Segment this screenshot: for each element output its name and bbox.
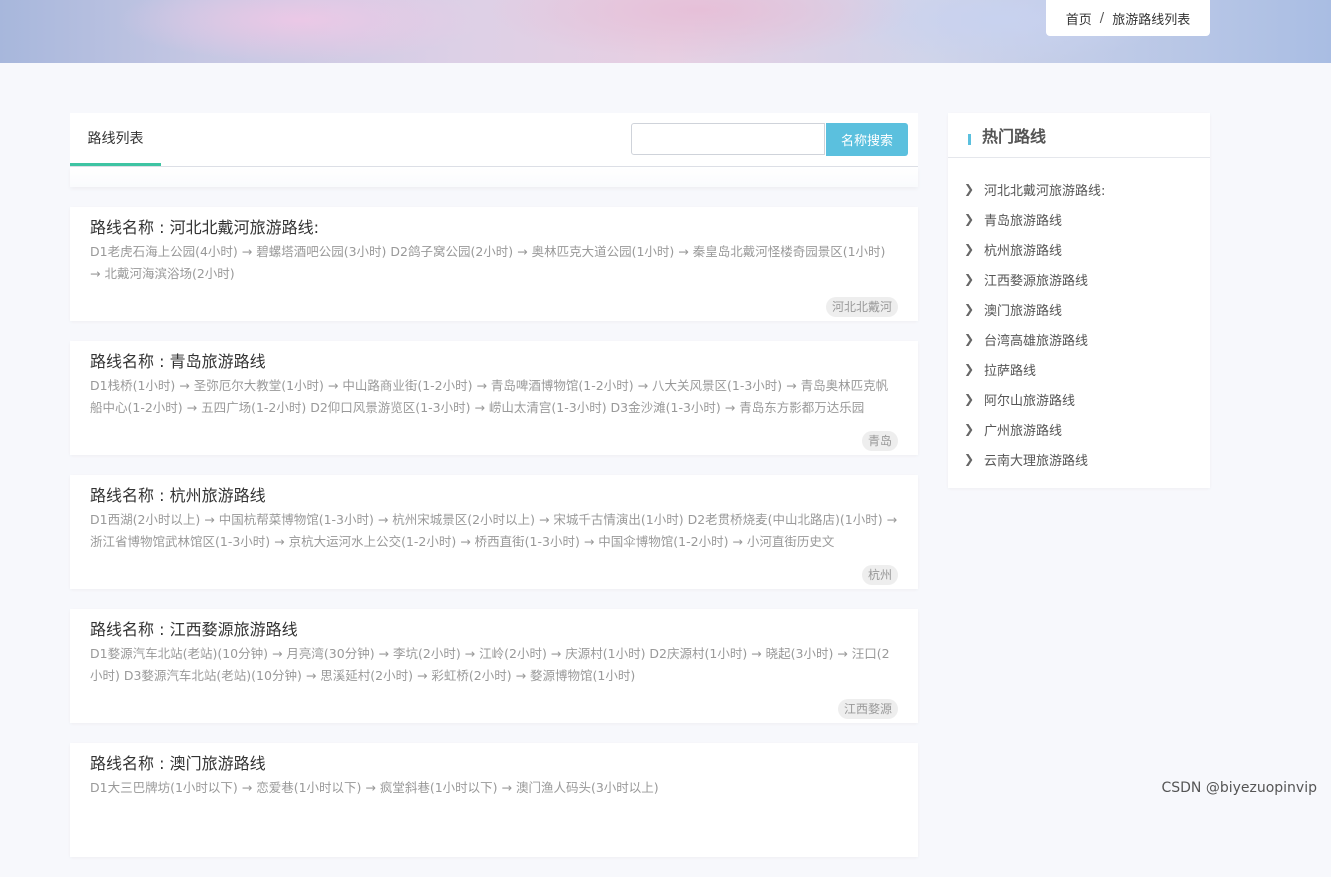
route-description: D1老虎石海上公园(4小时) → 碧螺塔酒吧公园(3小时) D2鸽子窝公园(2小… [90,241,898,285]
watermark: CSDN @biyezuopinvip [1161,780,1317,796]
breadcrumb: 首页 / 旅游路线列表 [1046,0,1210,36]
route-tag: 青岛 [862,431,898,451]
route-card[interactable]: 路线名称 : 江西婺源旅游路线 D1婺源汽车北站(老站)(10分钟) → 月亮湾… [70,609,918,723]
sidebar-title: 热门路线 [982,123,1046,147]
chevron-right-icon: ❯ [962,332,976,346]
hot-route-label: 青岛旅游路线 [984,210,1062,229]
title-accent-bar [968,127,971,145]
route-card[interactable]: 路线名称 : 河北北戴河旅游路线: D1老虎石海上公园(4小时) → 碧螺塔酒吧… [70,207,918,321]
sidebar-header: 热门路线 [948,113,1210,158]
route-card[interactable]: 路线名称 : 澳门旅游路线 D1大三巴牌坊(1小时以下) → 恋爱巷(1小时以下… [70,743,918,857]
route-card[interactable]: 路线名称 : 青岛旅游路线 D1栈桥(1小时) → 圣弥厄尔大教堂(1小时) →… [70,341,918,455]
hot-route-item[interactable]: ❯ 台湾高雄旅游路线 [948,324,1210,354]
route-description: D1婺源汽车北站(老站)(10分钟) → 月亮湾(30分钟) → 李坑(2小时)… [90,643,898,687]
chevron-right-icon: ❯ [962,272,976,286]
route-title[interactable]: 路线名称 : 河北北戴河旅游路线: [90,217,898,239]
hot-route-label: 澳门旅游路线 [984,300,1062,319]
hot-route-item[interactable]: ❯ 云南大理旅游路线 [948,444,1210,474]
hot-route-item[interactable]: ❯ 江西婺源旅游路线 [948,264,1210,294]
route-tag: 河北北戴河 [826,297,898,317]
route-title[interactable]: 路线名称 : 江西婺源旅游路线 [90,619,898,641]
hot-route-item[interactable]: ❯ 杭州旅游路线 [948,234,1210,264]
tab-bar-shadow [70,167,918,187]
chevron-right-icon: ❯ [962,452,976,466]
hot-route-label: 江西婺源旅游路线 [984,270,1088,289]
route-description: D1大三巴牌坊(1小时以下) → 恋爱巷(1小时以下) → 疯堂斜巷(1小时以下… [90,777,898,821]
route-description: D1西湖(2小时以上) → 中国杭帮菜博物馆(1-3小时) → 杭州宋城景区(2… [90,509,898,553]
route-card[interactable]: 路线名称 : 杭州旅游路线 D1西湖(2小时以上) → 中国杭帮菜博物馆(1-3… [70,475,918,589]
hot-routes-list: ❯ 河北北戴河旅游路线: ❯ 青岛旅游路线 ❯ 杭州旅游路线 ❯ 江西婺源旅游路线 ❯ 澳… [948,158,1210,474]
chevron-right-icon: ❯ [962,422,976,436]
route-list-panel: 路线列表 名称搜索 路线名称 : 河北北戴河旅游路线: D1老虎石海上公园(4小… [70,113,918,877]
hot-route-label: 杭州旅游路线 [984,240,1062,259]
route-title[interactable]: 路线名称 : 澳门旅游路线 [90,753,898,775]
hot-route-label: 台湾高雄旅游路线 [984,330,1088,349]
chevron-right-icon: ❯ [962,392,976,406]
breadcrumb-current: 旅游路线列表 [1112,9,1190,28]
route-list: 路线名称 : 河北北戴河旅游路线: D1老虎石海上公园(4小时) → 碧螺塔酒吧… [70,207,918,857]
hot-route-item[interactable]: ❯ 河北北戴河旅游路线: [948,174,1210,204]
breadcrumb-separator: / [1100,11,1104,26]
hot-route-item[interactable]: ❯ 澳门旅游路线 [948,294,1210,324]
hot-route-item[interactable]: ❯ 青岛旅游路线 [948,204,1210,234]
route-title[interactable]: 路线名称 : 杭州旅游路线 [90,485,898,507]
route-title[interactable]: 路线名称 : 青岛旅游路线 [90,351,898,373]
chevron-right-icon: ❯ [962,302,976,316]
hot-route-label: 拉萨路线 [984,360,1036,379]
route-tag: 江西婺源 [838,699,898,719]
chevron-right-icon: ❯ [962,212,976,226]
hot-route-label: 阿尔山旅游路线 [984,390,1075,409]
hot-route-label: 河北北戴河旅游路线: [984,180,1105,199]
hot-route-label: 广州旅游路线 [984,420,1062,439]
hot-route-item[interactable]: ❯ 广州旅游路线 [948,414,1210,444]
hot-route-label: 云南大理旅游路线 [984,450,1088,469]
breadcrumb-home-link[interactable]: 首页 [1066,9,1092,28]
tab-bar: 路线列表 名称搜索 [70,113,918,167]
name-search-button[interactable]: 名称搜索 [826,123,908,156]
chevron-right-icon: ❯ [962,242,976,256]
route-description: D1栈桥(1小时) → 圣弥厄尔大教堂(1小时) → 中山路商业街(1-2小时)… [90,375,898,419]
tab-route-list[interactable]: 路线列表 [70,113,161,166]
search-input[interactable] [631,123,825,155]
hot-route-item[interactable]: ❯ 阿尔山旅游路线 [948,384,1210,414]
route-tag: 杭州 [862,565,898,585]
hot-route-item[interactable]: ❯ 拉萨路线 [948,354,1210,384]
chevron-right-icon: ❯ [962,182,976,196]
chevron-right-icon: ❯ [962,362,976,376]
hot-routes-sidebar: 热门路线 ❯ 河北北戴河旅游路线: ❯ 青岛旅游路线 ❯ 杭州旅游路线 ❯ 江西婺源旅游… [948,113,1210,488]
